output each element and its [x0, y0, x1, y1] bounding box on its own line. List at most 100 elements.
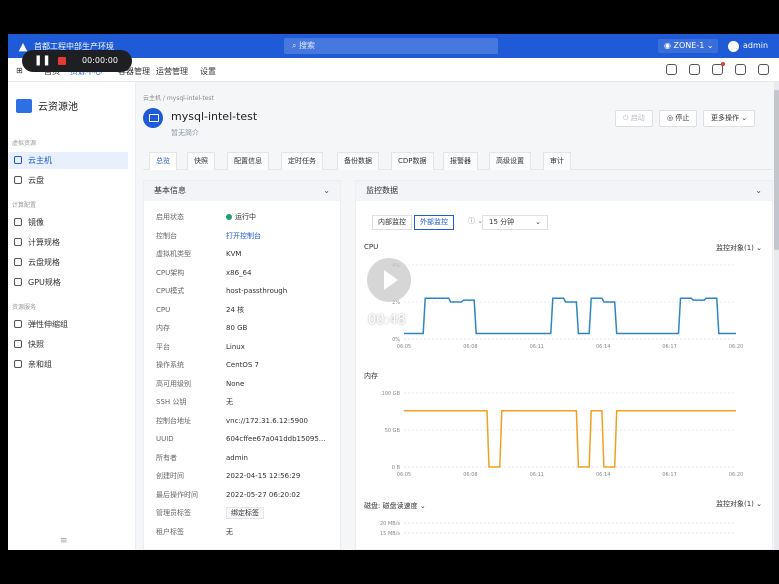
- y-tick-label: 15 MB/s: [380, 531, 400, 537]
- inner-monitor-tab[interactable]: 内部监控: [372, 215, 412, 230]
- apps-icon[interactable]: ⊞: [16, 66, 23, 75]
- zone-label: ZONE-1: [673, 41, 705, 50]
- stop-button[interactable]: ◎ 停止: [659, 110, 698, 127]
- info-row: 虚拟机类型 KVM: [156, 248, 346, 260]
- sidebar-item-disk-spec[interactable]: 云盘规格: [8, 254, 128, 271]
- x-tick-label: 06:20: [729, 344, 743, 350]
- info-value: 2022-04-15 12:56:29: [226, 470, 300, 482]
- tab-cdp[interactable]: CDP数据: [391, 152, 434, 170]
- location-icon: ◉: [664, 41, 674, 50]
- x-tick-label: 06:14: [596, 344, 610, 350]
- sidebar-item-snapshot[interactable]: 快照: [8, 336, 128, 353]
- pause-icon[interactable]: ❚❚: [34, 55, 51, 67]
- gear-icon[interactable]: [735, 64, 746, 75]
- disk-monitor-object[interactable]: 监控对象(1) ⌄: [716, 499, 762, 509]
- range-select[interactable]: 15 分钟 ⌄: [482, 215, 548, 230]
- x-tick-label: 06:08: [463, 344, 477, 350]
- range-label: 15 分钟: [489, 218, 515, 226]
- memory-chart-title: 内存: [364, 372, 378, 380]
- sidebar-item-image[interactable]: 镜像: [8, 214, 128, 231]
- info-row: 控制台 打开控制台: [156, 230, 346, 242]
- user-menu[interactable]: admin: [728, 39, 768, 53]
- x-tick-label: 06:11: [530, 472, 544, 478]
- sidebar-title: 云资源池: [16, 98, 78, 113]
- scrollbar-thumb[interactable]: [774, 90, 779, 250]
- sidebar-group-compute: 计算配置: [12, 202, 37, 209]
- sidebar-item-label: 云主机: [28, 156, 52, 165]
- sidebar-title-text: 云资源池: [38, 102, 78, 113]
- bell-icon[interactable]: [712, 62, 725, 75]
- tab-advanced[interactable]: 高级设置: [489, 152, 531, 170]
- info-value-text: host-passthrough: [226, 287, 288, 295]
- info-value[interactable]: 打开控制台: [226, 230, 261, 242]
- vm-description[interactable]: 暂无简介: [171, 128, 199, 138]
- info-icon[interactable]: [758, 64, 769, 75]
- cpu-chart: 4%2%0%06:0506:0806:1106:1406:1706:20: [392, 263, 743, 350]
- vm-icon: [143, 108, 163, 128]
- info-value-text: 2022-04-15 12:56:29: [226, 472, 301, 480]
- sidebar-item-autoscale[interactable]: 弹性伸缩组: [8, 316, 128, 333]
- nav-item-ops[interactable]: 运营管理: [156, 66, 188, 77]
- info-value: 24 核: [226, 304, 244, 316]
- info-value-text: 无: [226, 527, 233, 536]
- sidebar-item-label: 计算规格: [28, 238, 60, 247]
- info-value-text: 打开控制台: [226, 231, 261, 240]
- info-value: host-passthrough: [226, 285, 287, 297]
- more-actions-button[interactable]: 更多操作 ⌄: [703, 110, 756, 127]
- help-icon[interactable]: [666, 64, 677, 75]
- info-value-text: None: [226, 379, 245, 388]
- sidebar-group-virtual: 虚拟资源: [12, 140, 37, 147]
- info-value-text: 24 核: [226, 305, 245, 314]
- tab-snapshot[interactable]: 快照: [187, 152, 215, 170]
- sidebar-item-affinity[interactable]: 亲和组: [8, 356, 128, 373]
- sidebar-item-disk[interactable]: 云盘: [8, 172, 128, 189]
- sidebar-item-label: 亲和组: [28, 360, 52, 369]
- sidebar-item-compute-spec[interactable]: 计算规格: [8, 234, 128, 251]
- info-value[interactable]: 绑定标签: [226, 507, 264, 519]
- nav-item-settings[interactable]: 设置: [200, 66, 216, 77]
- collapse-icon[interactable]: ≡: [60, 536, 68, 546]
- tab-backup[interactable]: 备份数据: [337, 152, 379, 170]
- info-row: 启用状态 运行中: [156, 211, 346, 223]
- zone-select[interactable]: ◉ ZONE-1 ⌄: [658, 39, 718, 53]
- sidebar-item-vm[interactable]: 云主机: [8, 152, 128, 169]
- info-key: CPU: [156, 305, 171, 314]
- info-key: 平台: [156, 342, 170, 351]
- tab-config[interactable]: 配置信息: [227, 152, 269, 170]
- monitor-header[interactable]: 监控数据 ⌄: [356, 181, 772, 201]
- info-row: 平台 Linux: [156, 341, 346, 353]
- tab-alarm[interactable]: 报警器: [443, 152, 478, 170]
- disk-chart: 20 MB/s 15 MB/s: [380, 521, 736, 537]
- chevron-down-icon: ⌄: [739, 114, 748, 122]
- stop-record-icon[interactable]: [58, 57, 66, 65]
- basic-info-panel: 基本信息 ⌄ 启用状态 运行中 控制台 打开控制台 虚拟机类型 KVM CPU架构 x86_6…: [143, 180, 341, 550]
- scrollbar[interactable]: [774, 82, 779, 550]
- disk-select[interactable]: 磁盘读速度: [383, 502, 418, 510]
- y-tick-label: 50 GB: [385, 428, 401, 434]
- series-line: [404, 297, 736, 335]
- outer-monitor-tab[interactable]: 外部监控: [414, 215, 454, 230]
- tab-overview[interactable]: 总览: [149, 152, 177, 170]
- recorder-bar: ❚❚ 00:00:00: [22, 50, 132, 72]
- page-title: mysql-intel-test: [171, 110, 258, 123]
- disk-chart-title: 磁盘: 磁盘读速度 ⌄: [364, 502, 426, 510]
- chevron-down-icon: ⌄: [323, 186, 330, 195]
- sidebar-item-label: 云盘: [28, 176, 44, 185]
- sidebar-item-gpu-spec[interactable]: GPU规格: [8, 274, 128, 291]
- tab-audit[interactable]: 审计: [543, 152, 571, 170]
- tab-schedule[interactable]: 定时任务: [281, 152, 323, 170]
- start-button[interactable]: ⏻ 启动: [615, 110, 653, 127]
- affinity-icon: [14, 360, 22, 368]
- search-icon: ⌕: [292, 41, 300, 50]
- basic-info-header[interactable]: 基本信息 ⌄: [144, 181, 340, 201]
- play-icon[interactable]: [367, 258, 411, 302]
- more-label: 更多操作: [711, 114, 739, 122]
- info-row: 管理员标签 绑定标签: [156, 507, 346, 519]
- info-value-text: 2022-05-27 06:20:02: [226, 490, 301, 499]
- search-input[interactable]: ⌕ 搜索: [284, 38, 498, 54]
- cpu-monitor-object[interactable]: 监控对象(1) ⌄: [716, 243, 762, 253]
- info-key: 管理员标签: [156, 509, 191, 517]
- info-row: 最后操作时间 2022-05-27 06:20:02: [156, 489, 346, 501]
- lock-icon[interactable]: [689, 64, 700, 75]
- scale-icon: [14, 320, 22, 328]
